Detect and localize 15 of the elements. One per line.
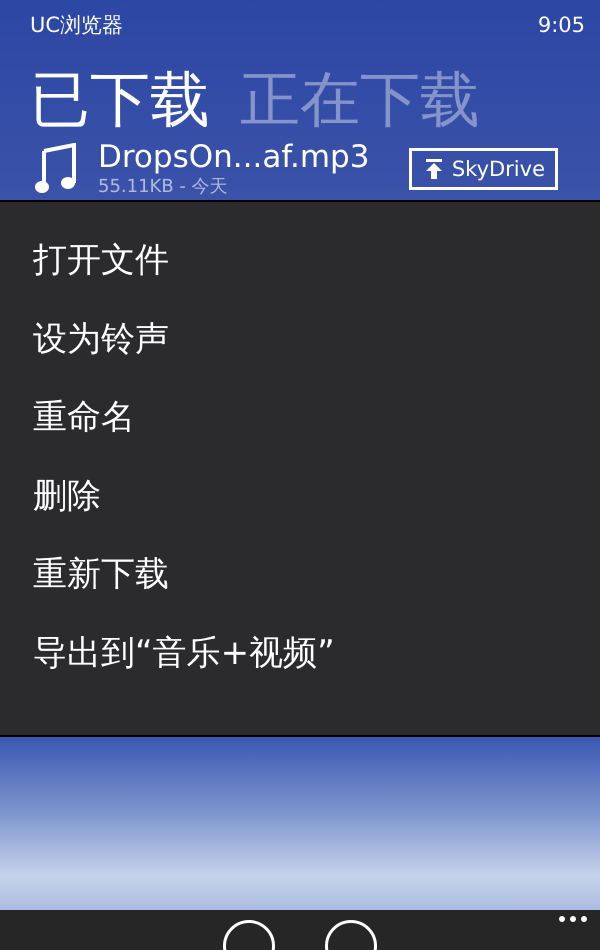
skydrive-upload-button[interactable]: SkyDrive xyxy=(408,148,558,190)
menu-item[interactable]: 重新下载 xyxy=(33,544,600,623)
menu-item[interactable]: 删除 xyxy=(33,466,600,544)
more-icon[interactable] xyxy=(558,915,588,923)
pivot-tab[interactable]: 已下载 xyxy=(30,70,210,130)
menu-item[interactable]: 重命名 xyxy=(33,387,600,466)
file-meta: 55.11KB - 今天 xyxy=(98,175,229,198)
menu-item[interactable]: 打开文件 xyxy=(33,230,600,309)
menu-item[interactable]: 导出到“音乐+视频” xyxy=(33,622,600,702)
menu-item[interactable]: 设为铃声 xyxy=(33,308,600,388)
music-note-icon xyxy=(34,143,78,196)
clock: 9:05 xyxy=(538,13,585,37)
app-name: UC浏览器 xyxy=(30,12,124,39)
upload-icon xyxy=(426,159,442,180)
file-name: DropsOn...af.mp3 xyxy=(98,140,370,174)
